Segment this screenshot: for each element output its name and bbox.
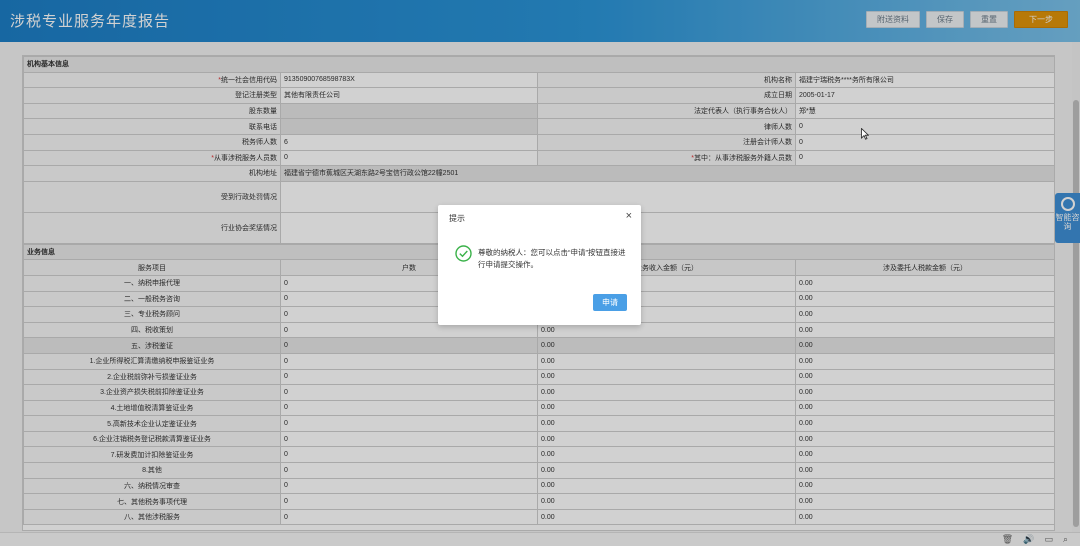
mouse-cursor-icon xyxy=(861,127,870,142)
apply-button[interactable]: 申请 xyxy=(593,294,627,311)
notice-dialog: 提示 × 尊敬的纳税人：您可以点击“申请”按钮直接进行申请提交操作。 申请 xyxy=(438,205,641,325)
dialog-message: 尊敬的纳税人：您可以点击“申请”按钮直接进行申请提交操作。 xyxy=(478,248,626,269)
dialog-title: 提示 xyxy=(449,214,465,223)
check-circle-icon xyxy=(455,245,472,264)
close-icon[interactable]: × xyxy=(626,211,632,222)
